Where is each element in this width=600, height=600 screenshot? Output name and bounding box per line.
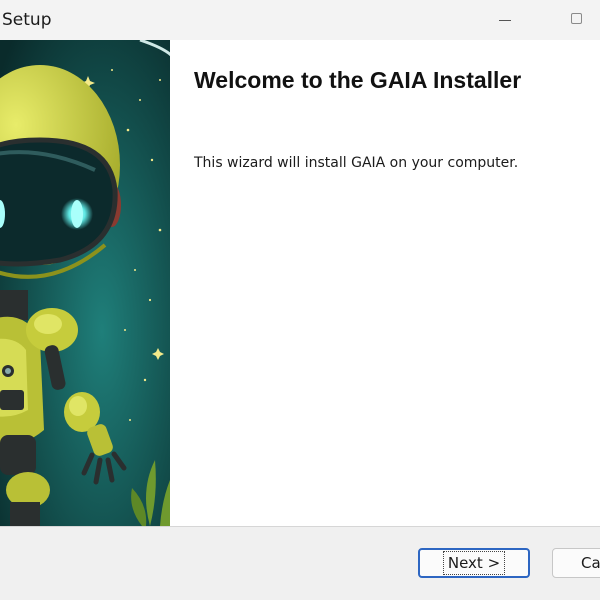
- maximize-button[interactable]: [554, 0, 600, 40]
- minimize-icon: [499, 20, 511, 21]
- banner-image: [0, 40, 170, 526]
- button-bar: Next > Ca: [0, 527, 600, 600]
- welcome-heading: Welcome to the GAIA Installer: [194, 67, 522, 93]
- maximize-icon: [571, 13, 582, 24]
- next-button[interactable]: Next >: [418, 548, 530, 578]
- title-bar[interactable]: Setup: [0, 0, 600, 40]
- installer-window: Setup Welcome to the GAIA Installer This…: [0, 0, 600, 600]
- window-title: Setup: [2, 10, 52, 30]
- minimize-button[interactable]: [482, 0, 528, 40]
- robot-illustration: [0, 40, 170, 526]
- welcome-panel: Welcome to the GAIA Installer This wizar…: [170, 40, 600, 526]
- welcome-description: This wizard will install GAIA on your co…: [194, 155, 519, 171]
- next-button-label: Next >: [442, 551, 506, 575]
- cancel-button-label: Ca: [581, 554, 600, 572]
- cancel-button[interactable]: Ca: [552, 548, 600, 578]
